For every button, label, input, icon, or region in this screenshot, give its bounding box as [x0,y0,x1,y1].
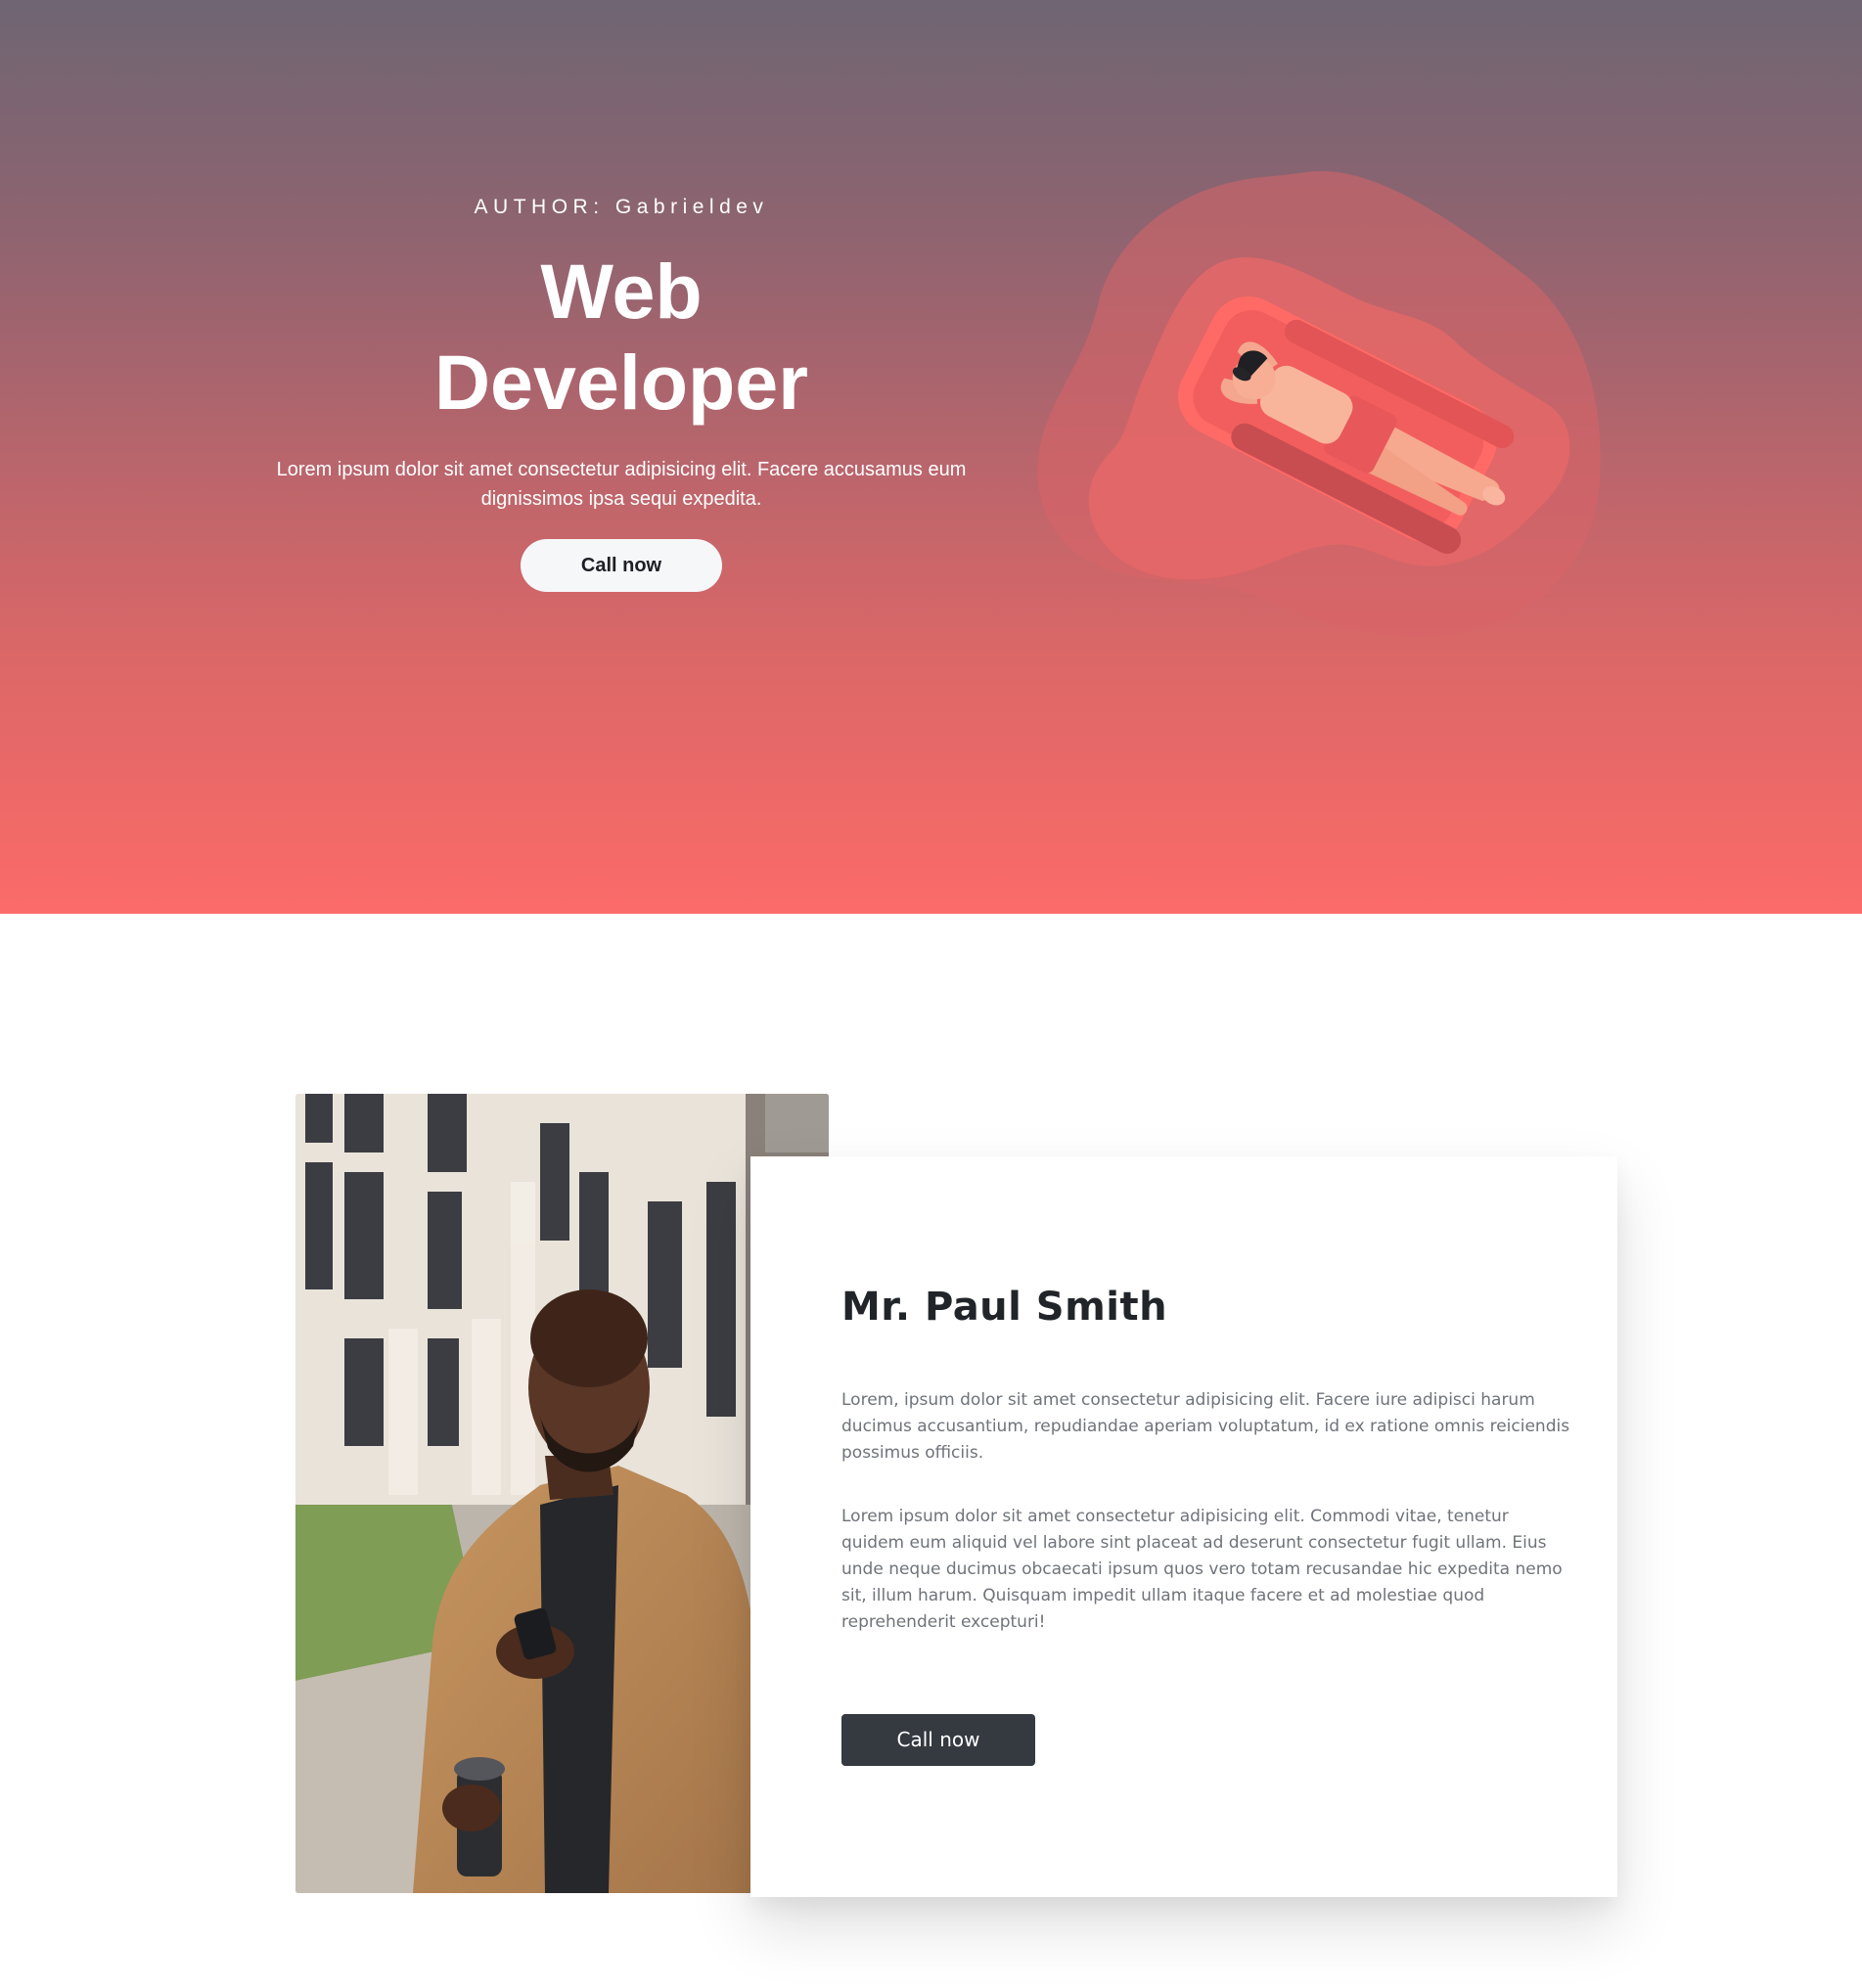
hero-title-line2: Developer [433,339,808,426]
profile-paragraph-1: Lorem, ipsum dolor sit amet consectetur … [841,1390,1570,1463]
profile-photo [295,1094,829,1893]
pool-float-illustration [1037,170,1601,637]
hero-description: Lorem ipsum dolor sit amet consectetur a… [276,459,967,510]
hero-title-line1: Web [540,248,703,335]
hero-call-now-button[interactable]: Call now [521,539,722,592]
profile-paragraph-2: Lorem ipsum dolor sit amet consectetur a… [841,1507,1563,1632]
author-label: AUTHOR: Gabrieldev [474,196,769,218]
profile-call-now-button[interactable]: Call now [841,1714,1035,1766]
profile-card: Mr. Paul Smith Lorem, ipsum dolor sit am… [750,1156,1617,1897]
hero-text-block: AUTHOR: Gabrieldev Web Developer Lorem i… [264,191,978,592]
profile-name: Mr. Paul Smith [841,1285,1168,1330]
portrait-image [295,1094,829,1893]
hero-section: AUTHOR: Gabrieldev Web Developer Lorem i… [0,0,1862,914]
profile-card-content: Mr. Paul Smith Lorem, ipsum dolor sit am… [841,1284,1575,1766]
hero-title: Web Developer [264,246,978,428]
